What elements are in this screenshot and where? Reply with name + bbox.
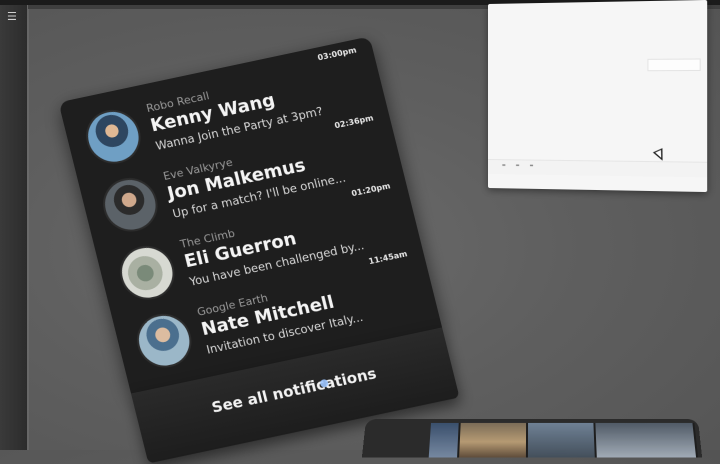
browser-window[interactable]: ▬ ▬ ▬ — [488, 0, 708, 193]
media-thumbnail[interactable] — [527, 422, 597, 458]
notification-time: 03:00pm — [316, 45, 358, 63]
left-toolbar-divider — [27, 5, 29, 450]
footer-link[interactable]: ▬ — [502, 162, 506, 167]
media-thumbnail[interactable] — [595, 422, 699, 458]
menu-icon[interactable]: ☰ — [7, 11, 17, 22]
browser-footer: ▬ ▬ ▬ — [488, 159, 708, 178]
avatar — [97, 172, 164, 237]
avatar — [80, 104, 147, 169]
footer-link[interactable]: ▬ — [530, 163, 534, 168]
browser-search-input[interactable] — [647, 58, 701, 72]
left-toolbar: ☰ — [0, 5, 27, 450]
avatar — [114, 240, 181, 305]
footer-links: ▬ ▬ ▬ — [502, 162, 533, 167]
notifications-panel: Robo Recall Kenny Wang Wanna Join the Pa… — [58, 36, 460, 464]
avatar — [131, 308, 198, 373]
footer-link[interactable]: ▬ — [516, 162, 520, 167]
media-shelf — [361, 419, 703, 458]
media-thumbnail[interactable] — [428, 422, 461, 458]
media-thumbnail[interactable] — [458, 422, 529, 458]
